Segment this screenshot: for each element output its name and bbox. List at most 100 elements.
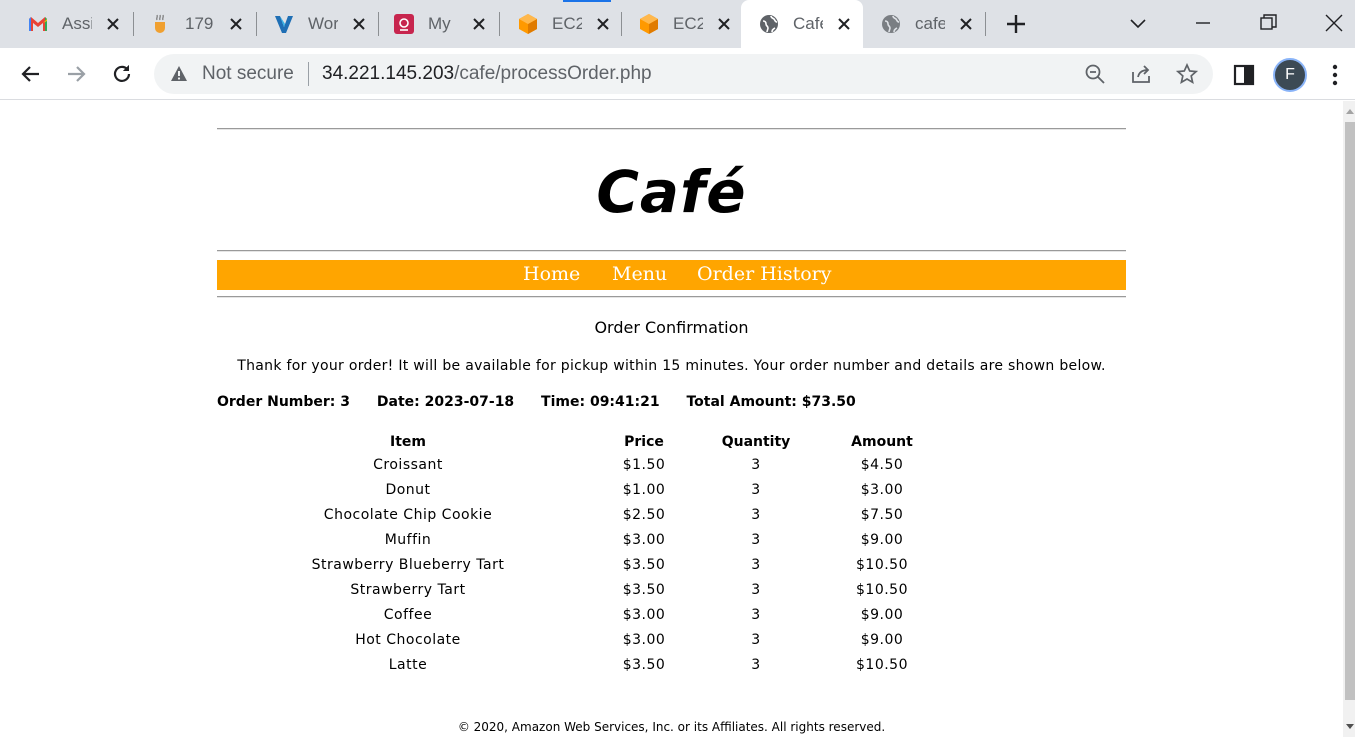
tab-vocareum[interactable]: Wor [246, 8, 378, 40]
column-header-item: Item [390, 433, 426, 450]
order-date: Date: 2023-07-18 [376, 394, 515, 410]
tab-gmail[interactable]: Assi [0, 8, 132, 40]
restore-icon[interactable] [1257, 12, 1279, 34]
horizontal-rule [217, 296, 1126, 298]
cell-price: $3.50 [622, 557, 666, 573]
cell-price: $3.00 [622, 606, 666, 623]
cell-item: Croissant [373, 457, 443, 474]
cell-amount: $10.50 [856, 557, 908, 573]
url-host: 34.221.145.203 [322, 63, 455, 84]
thank-you-message: Thank for your order! It will be availab… [237, 358, 1106, 374]
url-text[interactable]: 34.221.145.203/cafe/processOrder.php [322, 63, 652, 85]
vocareum-icon [274, 14, 294, 34]
cell-amount: $3.00 [860, 482, 904, 499]
warning-triangle-icon[interactable] [170, 65, 188, 83]
address-bar[interactable]: Not secure 34.221.145.203/cafe/processOr… [154, 54, 1213, 94]
cell-item: Muffin [384, 532, 432, 549]
tab-ec2-1[interactable]: EC2 [490, 8, 622, 40]
tab-ec2-2[interactable]: EC2 [611, 8, 743, 40]
tab-title: EC2 [552, 14, 582, 33]
cell-quantity: 3 [751, 532, 761, 549]
close-icon[interactable] [104, 15, 122, 33]
order-total: Total Amount: $73.50 [686, 394, 856, 410]
tab-cafe[interactable]: cafe [853, 8, 985, 40]
table-row: Hot Chocolate $3.00 3 $9.00 [298, 627, 970, 652]
copyright-footer: © 2020, Amazon Web Services, Inc. or its… [457, 720, 886, 734]
aws-console-icon [394, 14, 414, 34]
tab-search-chevron-icon[interactable] [1127, 12, 1149, 34]
coffee-icon [151, 14, 171, 34]
new-tab-plus-icon[interactable] [1004, 12, 1028, 36]
cell-quantity: 3 [751, 457, 761, 474]
scroll-up-arrow-icon[interactable] [1345, 106, 1355, 116]
tab-title: Assi [62, 14, 92, 33]
table-row: Latte $3.50 3 $10.50 [298, 652, 970, 677]
order-confirmation-heading: Order Confirmation [594, 318, 749, 337]
cell-price: $2.50 [622, 507, 666, 524]
reload-icon[interactable] [110, 62, 134, 86]
order-time: Time: 09:41:21 [541, 394, 660, 410]
tab-strip: Assi 179 Wor My EC2 EC2 Caf cafe [0, 0, 1355, 48]
close-icon[interactable] [594, 15, 612, 33]
order-summary: Order Number: 3 Date: 2023-07-18 Time: 0… [217, 394, 878, 410]
column-header-amount: Amount [851, 433, 913, 450]
scrollbar-thumb[interactable] [1345, 122, 1355, 700]
tab-title: Cafe [793, 14, 823, 33]
nav-link-home[interactable]: Home [523, 263, 580, 285]
column-header-quantity: Quantity [721, 433, 791, 450]
cell-quantity: 3 [751, 656, 761, 673]
nav-link-order-history[interactable]: Order History [697, 263, 831, 285]
cell-quantity: 3 [751, 507, 761, 524]
tab-title: EC2 [673, 14, 703, 33]
cell-item: Latte [388, 656, 428, 673]
zoom-icon[interactable] [1084, 63, 1106, 85]
cell-quantity: 3 [751, 631, 761, 648]
table-row: Chocolate Chip Cookie $2.50 3 $7.50 [298, 503, 970, 528]
side-panel-icon[interactable] [1233, 64, 1255, 86]
ec2-icon [639, 14, 659, 34]
horizontal-rule [217, 250, 1126, 252]
cell-amount: $7.50 [860, 507, 904, 524]
close-icon[interactable] [835, 15, 853, 33]
close-icon[interactable] [957, 15, 975, 33]
table-row: Muffin $3.00 3 $9.00 [298, 528, 970, 553]
profile-avatar[interactable]: F [1273, 58, 1307, 92]
cell-quantity: 3 [751, 482, 761, 499]
close-icon[interactable] [470, 15, 488, 33]
table-header-row: Item Price Quantity Amount [298, 430, 970, 453]
globe-icon [881, 14, 901, 34]
cell-quantity: 3 [751, 581, 761, 598]
security-label[interactable]: Not secure [202, 63, 294, 85]
cell-amount: $10.50 [856, 581, 908, 598]
tab-title: Wor [308, 14, 338, 33]
more-menu-icon[interactable] [1324, 62, 1346, 88]
cell-quantity: 3 [751, 557, 761, 573]
close-icon[interactable] [227, 15, 245, 33]
tab-divider [985, 12, 986, 36]
tab-179[interactable]: 179 [123, 8, 255, 40]
order-number: Order Number: 3 [217, 394, 351, 410]
cell-item: Coffee [383, 606, 433, 623]
cell-item: Strawberry Blueberry Tart [311, 557, 505, 573]
tab-my[interactable]: My [366, 8, 498, 40]
back-arrow-icon[interactable] [19, 62, 43, 86]
forward-arrow-icon[interactable] [64, 62, 88, 86]
scroll-down-arrow-icon[interactable] [1345, 722, 1355, 732]
close-icon[interactable] [715, 15, 733, 33]
cell-amount: $9.00 [860, 631, 904, 648]
cell-price: $3.00 [622, 532, 666, 549]
cell-price: $3.50 [622, 656, 666, 673]
cell-price: $3.50 [622, 581, 666, 598]
cell-price: $3.00 [622, 631, 666, 648]
window-close-icon[interactable] [1323, 12, 1345, 34]
table-row: Croissant $1.50 3 $4.50 [298, 453, 970, 478]
bookmark-star-icon[interactable] [1176, 63, 1198, 85]
cell-price: $1.50 [622, 457, 666, 474]
browser-toolbar: Not secure 34.221.145.203/cafe/processOr… [0, 48, 1355, 100]
tab-title: My [428, 14, 451, 33]
tab-cafe-active[interactable]: Cafe [741, 0, 863, 48]
share-icon[interactable] [1130, 63, 1152, 85]
minimize-icon[interactable] [1192, 12, 1214, 34]
globe-icon [759, 14, 779, 34]
nav-link-menu[interactable]: Menu [612, 263, 667, 285]
